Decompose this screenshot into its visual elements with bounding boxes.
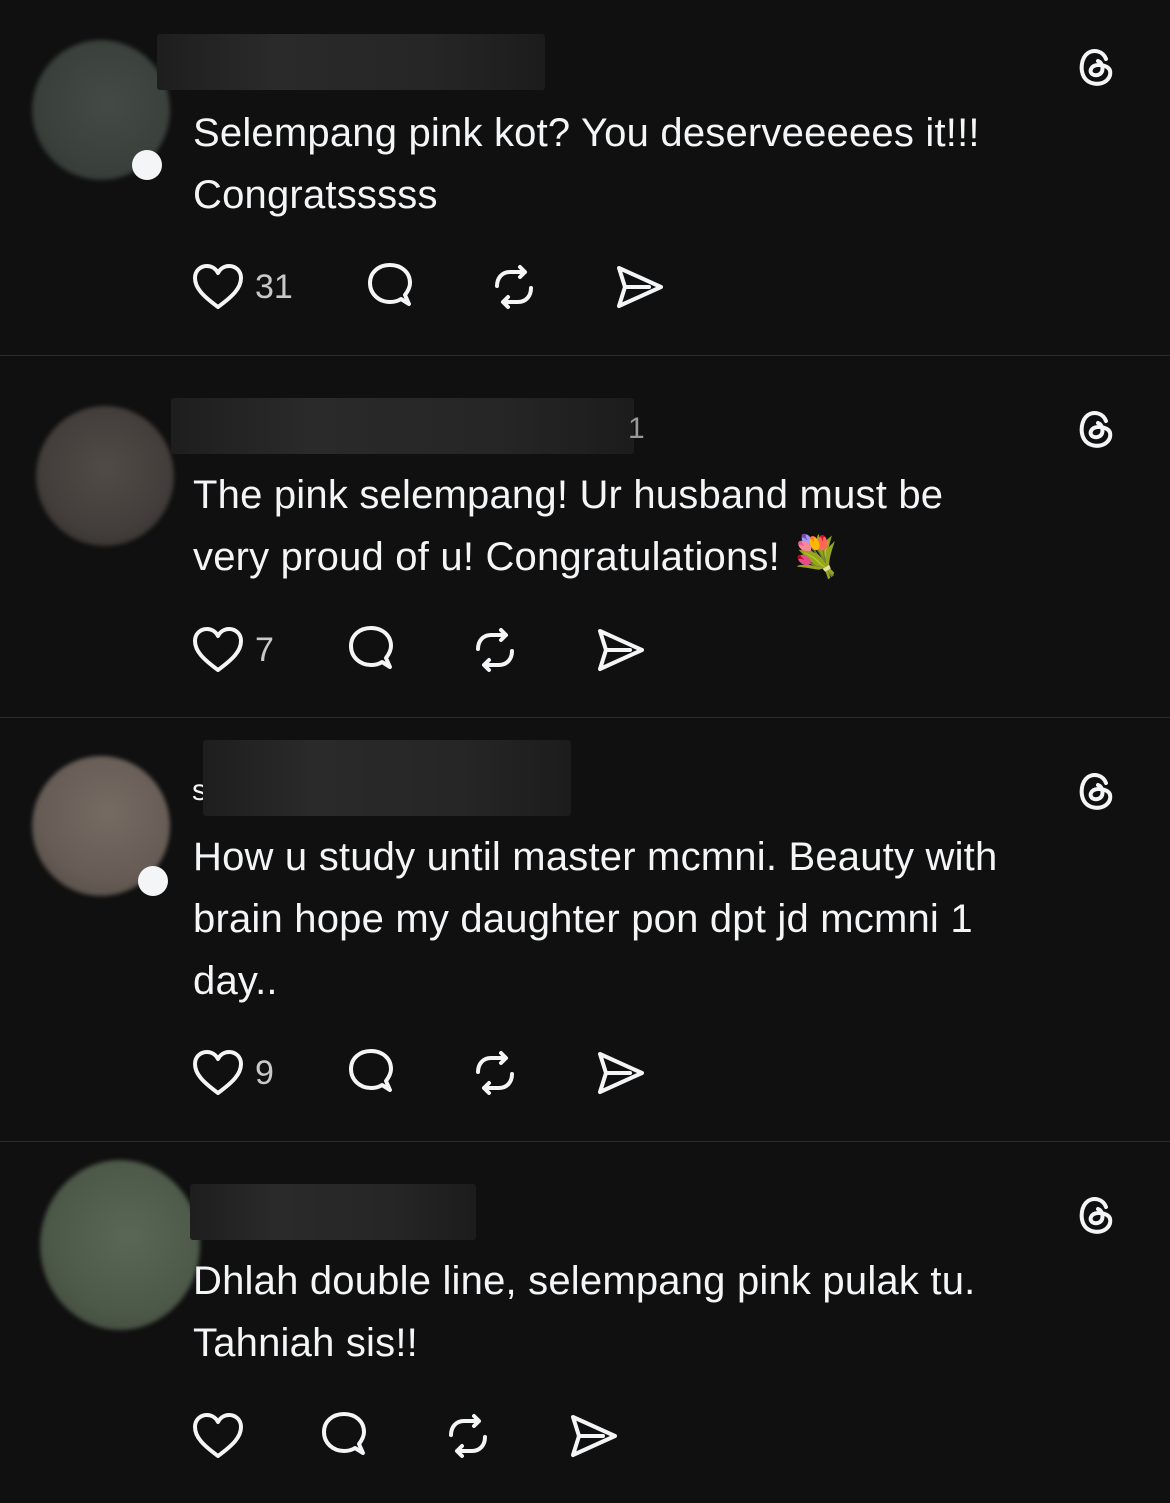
post-text: Selempang pink kot? You deserveeeees it!… bbox=[193, 102, 1133, 226]
post-text: Dhlah double line, selempang pink pulak … bbox=[193, 1250, 1133, 1374]
reply-button[interactable] bbox=[363, 260, 417, 314]
post-3: s How u study until master mcmni. Beauty… bbox=[0, 718, 1170, 1142]
heart-icon bbox=[193, 264, 243, 309]
post-text-line: brain hope my daughter pon dpt jd mcmni … bbox=[193, 897, 973, 941]
threads-logo-icon[interactable] bbox=[1072, 404, 1120, 452]
heart-icon bbox=[193, 1413, 243, 1458]
post-2: 1 The pink selempang! Ur husband must be… bbox=[0, 356, 1170, 718]
repost-icon bbox=[475, 1051, 514, 1095]
repost-button[interactable] bbox=[441, 1409, 495, 1463]
reply-button[interactable] bbox=[344, 623, 398, 677]
like-count: 31 bbox=[255, 267, 293, 306]
heart-icon bbox=[193, 627, 243, 672]
like-count: 9 bbox=[255, 1053, 274, 1092]
username-fragment: 1 bbox=[628, 412, 645, 445]
post-1: Selempang pink kot? You deserveeeees it!… bbox=[0, 0, 1170, 356]
threads-logo-icon[interactable] bbox=[1072, 1190, 1120, 1238]
repost-icon bbox=[475, 628, 514, 672]
post-text-line: day.. bbox=[193, 959, 278, 1003]
share-icon bbox=[616, 266, 663, 308]
redacted-username bbox=[203, 740, 571, 816]
redacted-username bbox=[190, 1184, 476, 1240]
action-bar: 9 bbox=[191, 1045, 648, 1101]
comment-icon bbox=[348, 626, 393, 669]
repost-button[interactable] bbox=[468, 623, 522, 677]
post-text-line: Dhlah double line, selempang pink pulak … bbox=[193, 1259, 976, 1303]
like-count: 7 bbox=[255, 630, 274, 669]
post-text-line: very proud of u! Congratulations! 💐 bbox=[193, 535, 842, 579]
share-icon bbox=[571, 1415, 617, 1457]
repost-button[interactable] bbox=[468, 1046, 522, 1100]
post-text-line: The pink selempang! Ur husband must be bbox=[193, 473, 944, 517]
share-button[interactable] bbox=[565, 1409, 621, 1463]
avatar[interactable] bbox=[36, 406, 174, 546]
comment-icon bbox=[348, 1049, 393, 1092]
redacted-username bbox=[157, 34, 545, 90]
action-bar: 31 bbox=[191, 259, 667, 315]
post-text-line: Tahniah sis!! bbox=[193, 1321, 418, 1365]
comment-icon bbox=[322, 1412, 366, 1455]
repost-button[interactable] bbox=[487, 260, 541, 314]
post-text-line: How u study until master mcmni. Beauty w… bbox=[193, 835, 998, 879]
comment-icon bbox=[367, 263, 412, 306]
share-button[interactable] bbox=[592, 623, 648, 677]
post-text-line: Selempang pink kot? You deserveeeees it!… bbox=[193, 111, 980, 155]
post-4: Dhlah double line, selempang pink pulak … bbox=[0, 1142, 1170, 1503]
avatar[interactable] bbox=[40, 1160, 200, 1330]
action-bar: 7 bbox=[191, 622, 648, 678]
share-button[interactable] bbox=[592, 1046, 648, 1100]
action-bar bbox=[191, 1408, 621, 1464]
redacted-username bbox=[171, 398, 634, 454]
like-button[interactable]: 7 bbox=[191, 625, 274, 675]
share-icon bbox=[597, 1052, 644, 1094]
share-icon bbox=[597, 629, 644, 671]
reply-button[interactable] bbox=[317, 1409, 371, 1463]
avatar-badge bbox=[138, 866, 168, 896]
avatar-badge bbox=[132, 150, 162, 180]
like-button[interactable]: 9 bbox=[191, 1048, 274, 1098]
threads-logo-icon[interactable] bbox=[1072, 766, 1120, 814]
post-text: How u study until master mcmni. Beauty w… bbox=[193, 826, 1133, 1012]
heart-icon bbox=[193, 1050, 243, 1095]
threads-logo-icon[interactable] bbox=[1072, 42, 1120, 90]
like-button[interactable]: 31 bbox=[191, 262, 293, 312]
post-text-line: Congratsssss bbox=[193, 173, 438, 217]
repost-icon bbox=[494, 265, 533, 309]
reply-button[interactable] bbox=[344, 1046, 398, 1100]
repost-icon bbox=[449, 1414, 487, 1458]
like-button[interactable] bbox=[191, 1411, 245, 1461]
post-text: The pink selempang! Ur husband must be v… bbox=[193, 464, 1133, 588]
share-button[interactable] bbox=[611, 260, 667, 314]
